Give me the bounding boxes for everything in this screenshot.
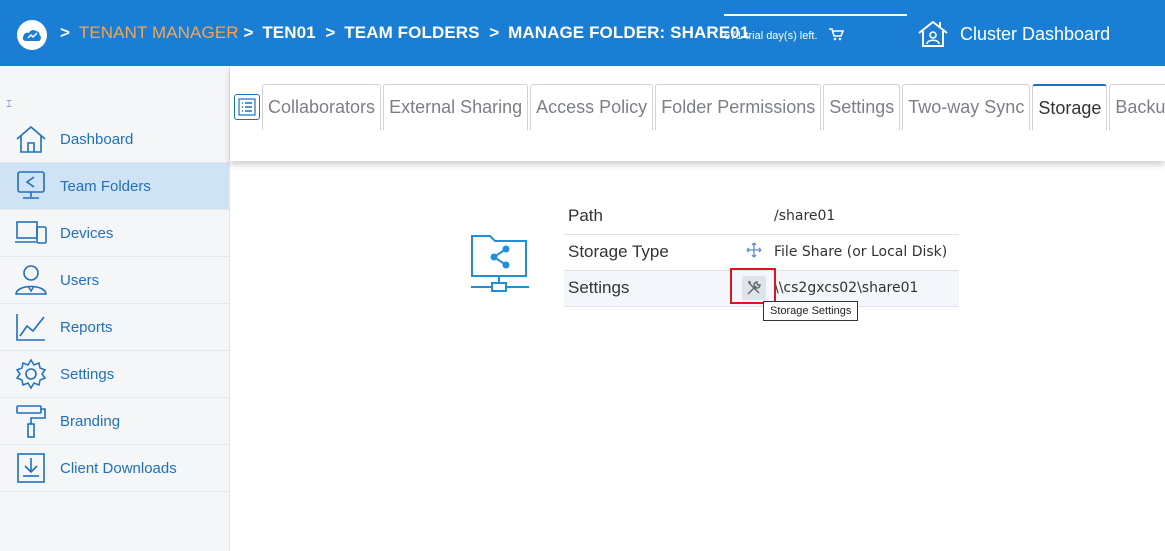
trial-notice: 671 trial day(s) left.	[724, 14, 907, 44]
sidebar-item-users[interactable]: Users	[0, 257, 229, 304]
tab-collaborators[interactable]: Collaborators	[262, 84, 382, 130]
tab-settings[interactable]: Settings	[823, 84, 901, 130]
tab-storage[interactable]: Storage	[1032, 84, 1108, 130]
cluster-dashboard-link[interactable]: Cluster Dashboard	[916, 20, 1110, 48]
sidebar-menu: Dashboard Team Folders Devices Users Rep…	[0, 116, 229, 492]
reports-icon	[14, 310, 48, 344]
tab-bar: Collaborators External Sharing Access Po…	[230, 66, 1165, 161]
tab-backup[interactable]: Backup a	[1109, 84, 1165, 130]
devices-icon	[14, 216, 48, 250]
users-icon	[14, 263, 48, 297]
cart-icon[interactable]	[828, 28, 844, 44]
network-folder-icon	[470, 230, 530, 299]
row-value-storage-type: File Share (or Local Disk)	[774, 244, 948, 260]
cluster-dashboard-label: Cluster Dashboard	[960, 23, 1111, 44]
tab-external-sharing[interactable]: External Sharing	[383, 84, 529, 130]
sidebar-item-settings[interactable]: Settings	[0, 351, 229, 398]
download-icon	[14, 451, 48, 485]
breadcrumb-manage-folder: MANAGE FOLDER: SHARE01	[508, 23, 750, 42]
tabs: Collaborators External Sharing Access Po…	[262, 84, 1165, 130]
row-key-storage-type: Storage Type	[568, 242, 669, 261]
breadcrumb-ten01[interactable]: TEN01	[262, 23, 315, 42]
cluster-home-icon	[918, 20, 948, 47]
row-value-path: /share01	[774, 207, 836, 224]
top-header: > TENANT MANAGER > TEN01 > TEAM FOLDERS …	[0, 0, 1165, 66]
trial-text: 671 trial day(s) left.	[724, 30, 818, 42]
home-icon	[14, 122, 48, 156]
sidebar-item-reports[interactable]: Reports	[0, 304, 229, 351]
sidebar-item-dashboard[interactable]: Dashboard	[0, 116, 229, 163]
breadcrumb-tenant-manager[interactable]: TENANT MANAGER	[79, 23, 239, 42]
sidebar: ⌶ Dashboard Team Folders Devices Users R…	[0, 66, 230, 551]
breadcrumb-team-folders[interactable]: TEAM FOLDERS	[344, 23, 479, 42]
move-arrows-icon[interactable]	[746, 242, 762, 262]
row-key-settings: Settings	[568, 278, 630, 297]
sidebar-item-client-downloads[interactable]: Client Downloads	[0, 445, 229, 492]
storage-row-path: Path /share01	[564, 198, 959, 234]
highlight-box	[730, 268, 776, 304]
sidebar-item-branding[interactable]: Branding	[0, 398, 229, 445]
tab-folder-permissions[interactable]: Folder Permissions	[655, 84, 822, 130]
storage-row-type: Storage Type File Share (or Local Disk)	[564, 234, 959, 270]
sidebar-item-team-folders[interactable]: Team Folders	[0, 163, 229, 210]
breadcrumb: > TENANT MANAGER > TEN01 > TEAM FOLDERS …	[60, 23, 750, 42]
tab-two-way-sync[interactable]: Two-way Sync	[902, 84, 1031, 130]
tab-access-policy[interactable]: Access Policy	[530, 84, 654, 130]
gear-icon	[14, 357, 48, 391]
row-key-path: Path	[568, 205, 603, 225]
sidebar-collapse-icon[interactable]: ⌶	[6, 99, 12, 110]
team-folders-icon	[14, 169, 48, 203]
storage-settings-tooltip: Storage Settings	[763, 301, 859, 321]
paint-roller-icon	[14, 404, 48, 438]
logo-icon[interactable]	[17, 20, 47, 50]
tab-list-icon[interactable]	[234, 94, 260, 120]
sidebar-item-devices[interactable]: Devices	[0, 210, 229, 257]
